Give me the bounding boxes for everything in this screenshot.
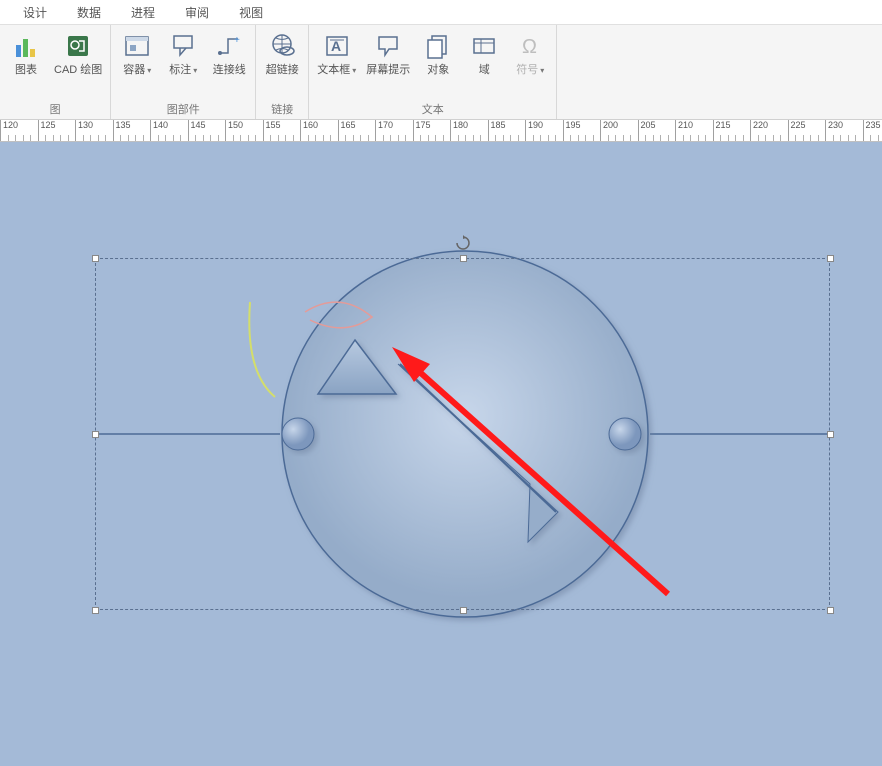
horizontal-ruler: 1201251301351401451501551601651701751801… xyxy=(0,120,882,142)
rotation-handle-icon[interactable] xyxy=(455,235,471,251)
bar-chart-icon xyxy=(10,30,42,62)
menu-process[interactable]: 进程 xyxy=(116,0,170,25)
chevron-down-icon: ▾ xyxy=(352,66,356,75)
selection-handle[interactable] xyxy=(92,255,99,262)
canvas-area[interactable] xyxy=(0,142,882,766)
ribbon-group-figure: 图表 CAD 绘图 图 xyxy=(0,25,111,119)
connector-button[interactable]: + 连接线 xyxy=(209,27,249,80)
callout-label: 标注▾ xyxy=(169,64,197,77)
connector-icon: + xyxy=(213,30,245,62)
group-label-parts: 图部件 xyxy=(117,101,249,119)
menu-data[interactable]: 数据 xyxy=(62,0,116,25)
field-icon xyxy=(468,30,500,62)
globe-icon xyxy=(266,30,298,62)
object-icon xyxy=(422,30,454,62)
selection-handle[interactable] xyxy=(460,607,467,614)
screentip-button[interactable]: 屏幕提示 xyxy=(364,27,412,80)
field-label: 域 xyxy=(479,64,490,77)
callout-button[interactable]: 标注▾ xyxy=(163,27,203,80)
symbol-label: 符号▾ xyxy=(516,64,544,77)
svg-text:+: + xyxy=(234,35,240,46)
callout-icon xyxy=(167,30,199,62)
chart-label: 图表 xyxy=(15,64,37,77)
screentip-label: 屏幕提示 xyxy=(366,64,410,77)
connector-label: 连接线 xyxy=(213,64,246,77)
textbox-button[interactable]: A 文本框▾ xyxy=(315,27,358,80)
selection-handle[interactable] xyxy=(827,607,834,614)
chevron-down-icon: ▾ xyxy=(147,66,151,75)
symbol-button[interactable]: Ω 符号▾ xyxy=(510,27,550,80)
cad-label: CAD 绘图 xyxy=(54,64,102,77)
object-button[interactable]: 对象 xyxy=(418,27,458,80)
chevron-down-icon: ▾ xyxy=(540,66,544,75)
selection-handle[interactable] xyxy=(827,255,834,262)
group-label-link: 链接 xyxy=(262,101,302,119)
container-button[interactable]: 容器▾ xyxy=(117,27,157,80)
textbox-label: 文本框▾ xyxy=(317,64,356,77)
selection-handle[interactable] xyxy=(460,255,467,262)
hyperlink-button[interactable]: 超链接 xyxy=(262,27,302,80)
menu-bar: 设计 数据 进程 审阅 视图 xyxy=(0,0,882,25)
field-button[interactable]: 域 xyxy=(464,27,504,80)
ribbon-group-text: A 文本框▾ 屏幕提示 xyxy=(309,25,557,119)
screen-tip-icon xyxy=(372,30,404,62)
container-icon xyxy=(121,30,153,62)
menu-view[interactable]: 视图 xyxy=(224,0,278,25)
selection-handle[interactable] xyxy=(92,431,99,438)
ribbon-group-parts: 容器▾ 标注▾ + 连接 xyxy=(111,25,256,119)
chart-button[interactable]: 图表 xyxy=(6,27,46,80)
selection-handle[interactable] xyxy=(827,431,834,438)
chevron-down-icon: ▾ xyxy=(193,66,197,75)
cad-drawing-button[interactable]: CAD 绘图 xyxy=(52,27,104,80)
omega-icon: Ω xyxy=(514,30,546,62)
selection-outline[interactable] xyxy=(95,258,830,610)
ribbon-group-link: 超链接 链接 xyxy=(256,25,309,119)
cad-drawing-icon xyxy=(62,30,94,62)
container-label: 容器▾ xyxy=(123,64,151,77)
svg-text:Ω: Ω xyxy=(522,36,537,58)
group-label-figure: 图 xyxy=(6,101,104,119)
text-box-icon: A xyxy=(321,30,353,62)
menu-design[interactable]: 设计 xyxy=(8,0,62,25)
group-label-text: 文本 xyxy=(315,101,550,119)
selection-handle[interactable] xyxy=(92,607,99,614)
ribbon: 图表 CAD 绘图 图 xyxy=(0,25,882,120)
menu-review[interactable]: 审阅 xyxy=(170,0,224,25)
object-label: 对象 xyxy=(427,64,449,77)
hyperlink-label: 超链接 xyxy=(266,64,299,77)
